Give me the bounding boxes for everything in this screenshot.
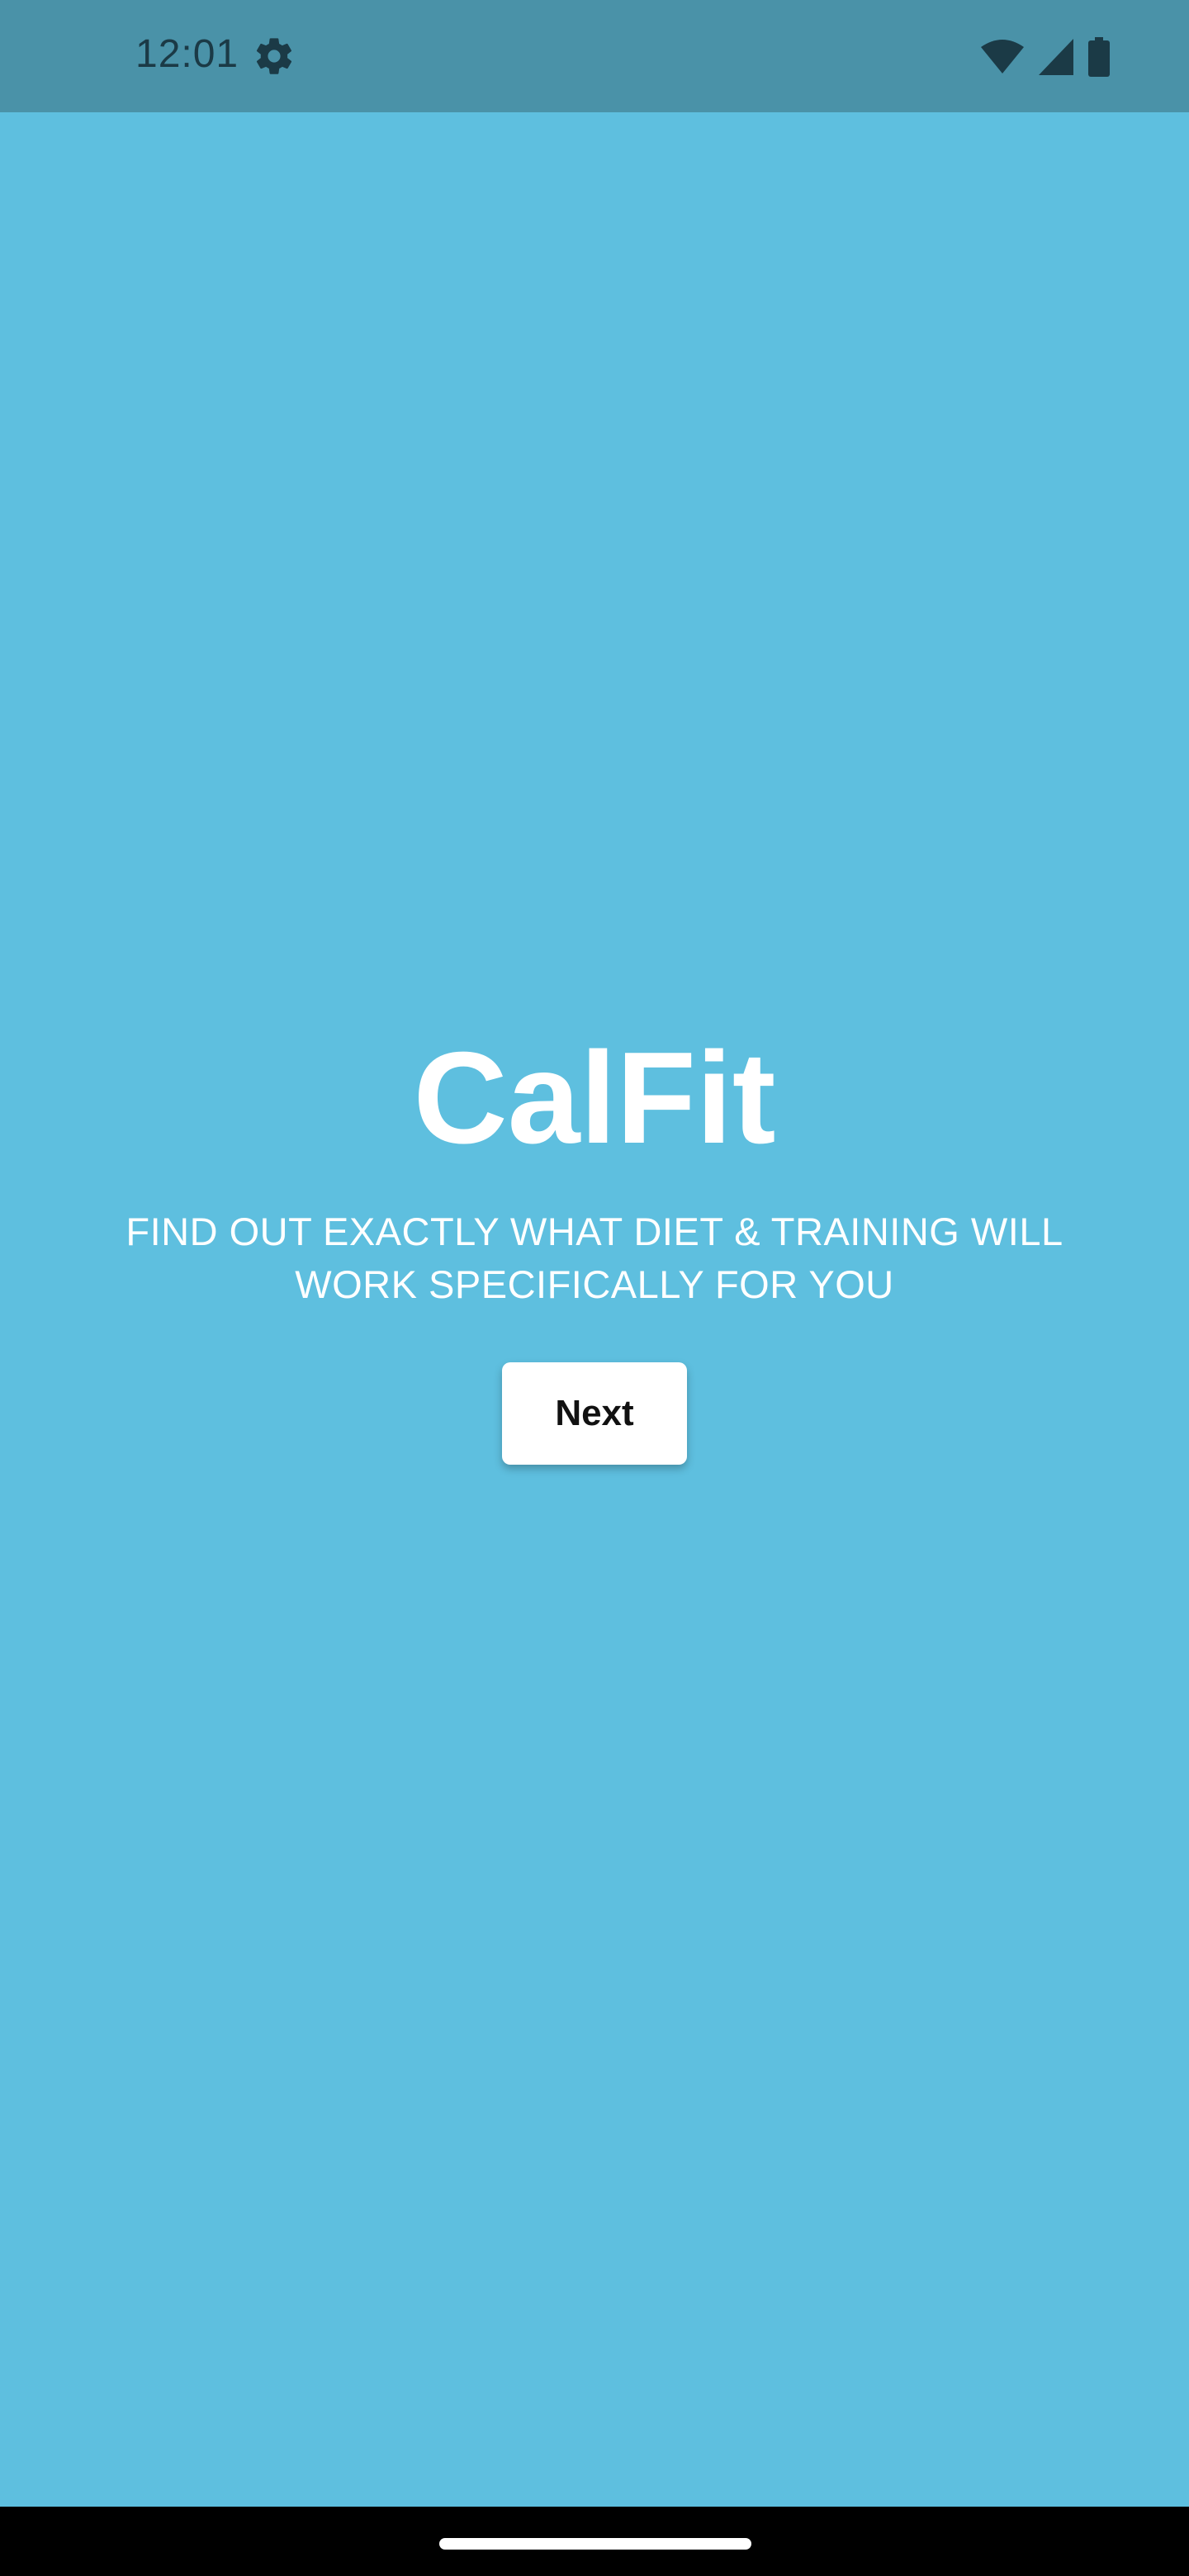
tagline-line-1: FIND OUT EXACTLY WHAT DIET & TRAINING WI…	[126, 1210, 1063, 1253]
tagline-line-2: WORK SPECIFICALLY FOR YOU	[295, 1262, 894, 1306]
status-time: 12:01	[135, 32, 239, 76]
navigation-bar	[0, 2507, 1189, 2576]
settings-gear-icon	[256, 38, 292, 74]
status-icons	[981, 36, 1110, 78]
next-button[interactable]: Next	[502, 1362, 687, 1465]
battery-icon	[1088, 37, 1110, 77]
welcome-content: CalFit FIND OUT EXACTLY WHAT DIET & TRAI…	[0, 1024, 1189, 1465]
status-bar: 12:01	[0, 0, 1189, 112]
home-gesture-handle[interactable]	[439, 2538, 751, 2550]
screen: 12:01 CalFit FIND OUT EXACTLY WHAT DIET …	[0, 0, 1189, 2576]
app-title: CalFit	[413, 1025, 776, 1171]
tagline: FIND OUT EXACTLY WHAT DIET & TRAINING WI…	[83, 1205, 1106, 1311]
wifi-icon	[981, 40, 1024, 73]
cellular-signal-icon	[1039, 39, 1073, 75]
